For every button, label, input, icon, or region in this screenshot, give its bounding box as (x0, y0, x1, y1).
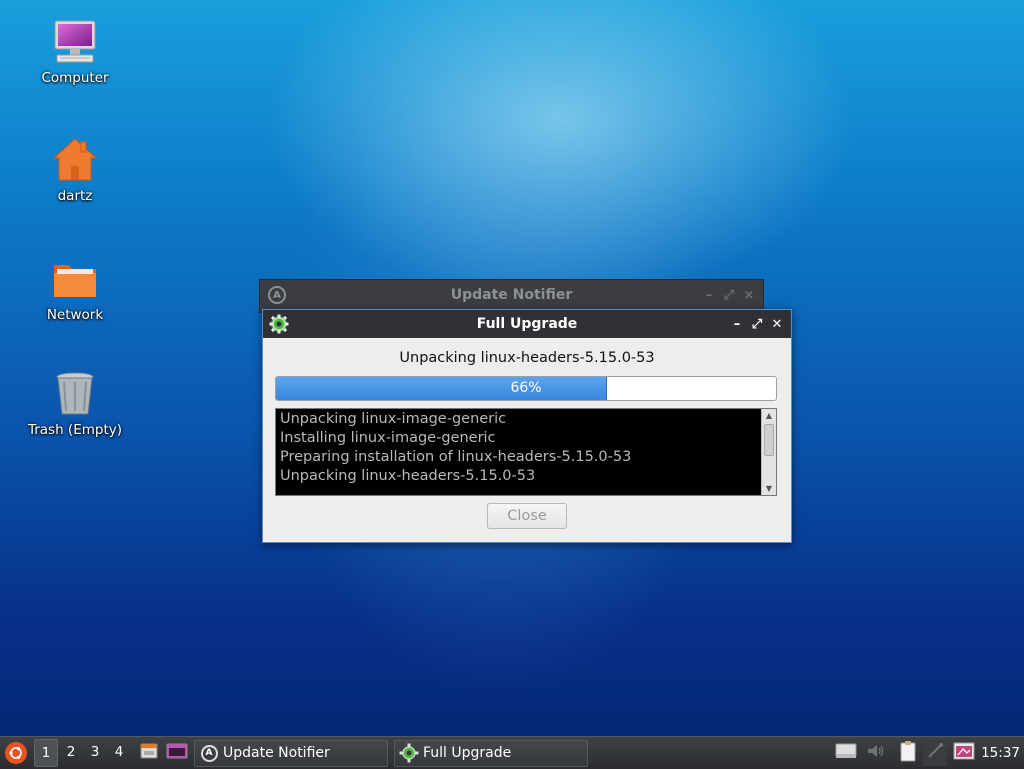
gear-icon (269, 314, 289, 334)
log-line: Unpacking linux-image-generic (280, 411, 507, 427)
close-button[interactable]: × (739, 285, 759, 305)
launcher-terminal[interactable] (164, 740, 190, 766)
tray-volume[interactable] (863, 740, 889, 766)
workspace-1[interactable]: 1 (34, 739, 58, 767)
close-dialog-button[interactable]: Close (487, 503, 567, 529)
launcher-file-manager[interactable] (136, 740, 162, 766)
log-lines: Unpacking linux-image-generic Installing … (276, 409, 776, 487)
log-line: Unpacking linux-headers-5.15.0-53 (280, 468, 536, 484)
desktop-icon-network[interactable]: Network (15, 255, 135, 323)
desktop-icon-trash[interactable]: Trash (Empty) (15, 370, 135, 438)
desktop-icon-label: Trash (Empty) (27, 422, 123, 438)
clock[interactable]: 15:37 (981, 745, 1020, 761)
home-folder-icon (51, 136, 99, 184)
progress-bar: 66% (275, 376, 777, 401)
terminal-icon (166, 741, 188, 765)
window-title: Full Upgrade (476, 316, 578, 332)
update-notifier-window[interactable]: A Update Notifier – ⤢ × (259, 279, 764, 313)
network-folder-icon (51, 255, 99, 303)
log-line: Installing linux-image-generic (280, 430, 496, 446)
workspace-switcher: 1 2 3 4 (34, 739, 130, 767)
maximize-button[interactable]: ⤢ (719, 285, 739, 305)
scroll-thumb[interactable] (764, 424, 774, 456)
desktop-icon-computer[interactable]: Computer (15, 18, 135, 86)
clipboard-icon (898, 740, 918, 766)
full-upgrade-titlebar[interactable]: Full Upgrade – ⤢ ✕ (263, 310, 791, 338)
minimize-button[interactable]: – (699, 285, 719, 305)
scroll-up-icon[interactable]: ▲ (762, 409, 776, 422)
task-full-upgrade[interactable]: Full Upgrade (394, 739, 588, 767)
gear-icon (399, 743, 419, 763)
tray-network[interactable] (923, 740, 948, 766)
desktop-icon-label: Computer (41, 70, 109, 86)
log-line: Preparing installation of linux-headers-… (280, 449, 632, 465)
removable-drive-icon (835, 742, 857, 764)
task-label: Full Upgrade (423, 745, 512, 761)
desktop-icon-home[interactable]: dartz (15, 136, 135, 204)
window-title: Update Notifier (450, 287, 573, 303)
terminal-log[interactable]: Unpacking linux-image-generic Installing … (275, 408, 777, 496)
close-button[interactable]: ✕ (767, 314, 787, 334)
upgrade-status-text: Unpacking linux-headers-5.15.0-53 (399, 350, 655, 366)
progress-percent: 66% (510, 380, 542, 396)
network-icon (926, 742, 944, 764)
desktop-icon-label: Network (46, 307, 104, 323)
workspace-2[interactable]: 2 (60, 739, 82, 765)
log-scrollbar[interactable]: ▲ ▼ (761, 409, 776, 495)
maximize-button[interactable]: ⤢ (747, 314, 767, 334)
screenshot-icon (953, 741, 975, 765)
file-manager-icon (139, 741, 159, 765)
tray-removable-drive[interactable] (833, 740, 859, 766)
task-update-notifier[interactable]: A Update Notifier (194, 739, 388, 767)
full-upgrade-window[interactable]: Full Upgrade – ⤢ ✕ Unpacking linux-heade… (262, 309, 792, 543)
scroll-down-icon[interactable]: ▼ (762, 482, 776, 495)
minimize-button[interactable]: – (727, 314, 747, 334)
workspace-4[interactable]: 4 (108, 739, 130, 765)
start-menu-button[interactable] (2, 740, 30, 766)
trash-icon (51, 370, 99, 418)
taskbar: 1 2 3 4 A Update Notifier Full Upgrade 1… (0, 736, 1024, 769)
update-notifier-icon: A (199, 743, 219, 763)
volume-icon (866, 742, 886, 764)
update-notifier-icon: A (268, 286, 286, 304)
update-notifier-titlebar[interactable]: A Update Notifier – ⤢ × (260, 280, 763, 310)
tray-screenshot[interactable] (951, 740, 977, 766)
start-menu-icon (5, 742, 27, 764)
workspace-3[interactable]: 3 (84, 739, 106, 765)
desktop-icon-label: dartz (57, 188, 93, 204)
tray-clipboard[interactable] (895, 740, 921, 766)
computer-icon (51, 18, 99, 66)
task-label: Update Notifier (223, 745, 330, 761)
